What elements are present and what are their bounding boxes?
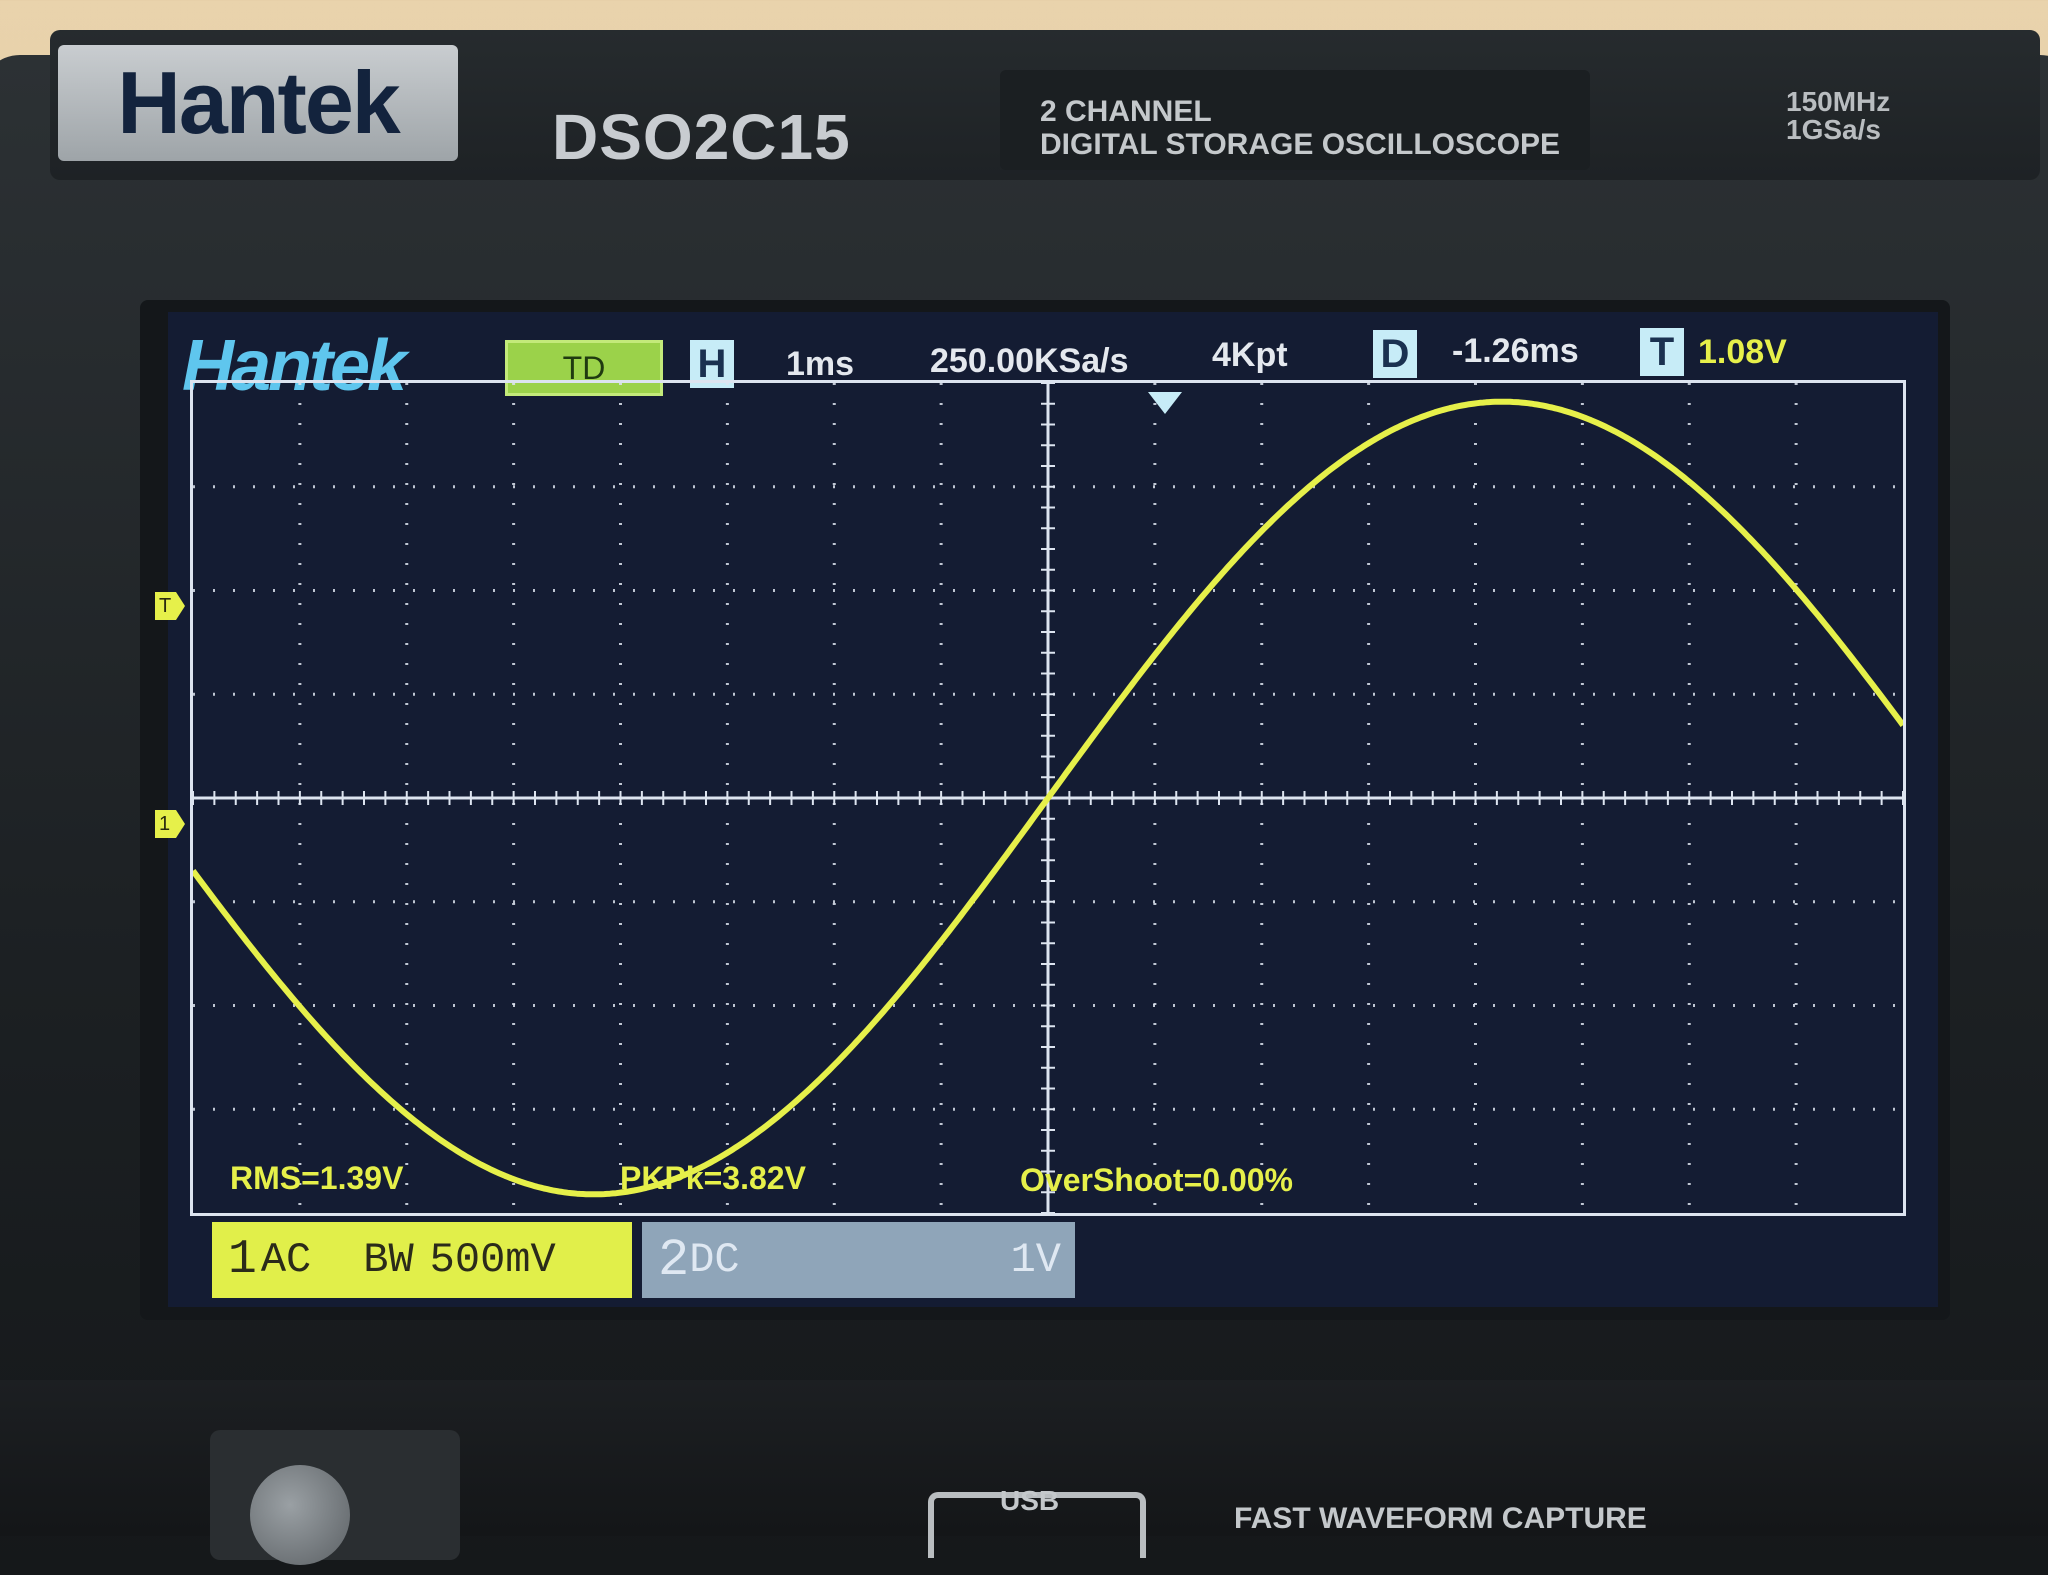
power-button[interactable] bbox=[250, 1465, 350, 1565]
ch1-number: 1 bbox=[228, 1233, 257, 1287]
timebase-readout: 1ms bbox=[786, 345, 855, 383]
pkpk-measurement: PKPk=3.82V bbox=[620, 1160, 806, 1196]
usb-label: USB bbox=[1000, 1485, 1060, 1516]
graticule bbox=[190, 380, 1906, 1216]
ch1-bandwidth-limit: BW bbox=[363, 1236, 414, 1284]
description-line-2: DIGITAL STORAGE OSCILLOSCOPE bbox=[1040, 128, 1561, 161]
channel-1-status[interactable]: 1 AC BW 500mV bbox=[212, 1222, 632, 1298]
ch1-coupling: AC bbox=[260, 1236, 312, 1284]
spec-sample-rate: 1GSa/s bbox=[1786, 114, 1881, 145]
brand-badge: Hantek bbox=[58, 45, 458, 161]
trigger-level-readout: 1.08V bbox=[1698, 333, 1787, 371]
overshoot-measurement: OverShoot=0.00% bbox=[1020, 1162, 1293, 1198]
channel-2-status[interactable]: 2 DC 1V bbox=[642, 1222, 1075, 1298]
fast-capture-label: FAST WAVEFORM CAPTURE bbox=[1234, 1502, 1647, 1535]
ch2-coupling: DC bbox=[689, 1236, 740, 1284]
sample-rate-readout: 250.00KSa/s bbox=[930, 342, 1129, 380]
memory-depth-readout: 4Kpt bbox=[1212, 336, 1288, 374]
rms-measurement: RMS=1.39V bbox=[230, 1160, 404, 1196]
ch1-scale: 500mV bbox=[429, 1236, 556, 1284]
ch2-number: 2 bbox=[658, 1230, 690, 1290]
brand-logo: Hantek bbox=[117, 53, 400, 152]
ch2-scale: 1V bbox=[1010, 1236, 1061, 1284]
model-label: DSO2C15 bbox=[552, 101, 851, 173]
delay-icon: D bbox=[1373, 330, 1417, 378]
description-line-1: 2 CHANNEL bbox=[1040, 95, 1212, 128]
delay-readout: -1.26ms bbox=[1452, 332, 1579, 370]
waveform-display bbox=[193, 383, 1903, 1213]
trigger-icon: T bbox=[1640, 328, 1684, 376]
